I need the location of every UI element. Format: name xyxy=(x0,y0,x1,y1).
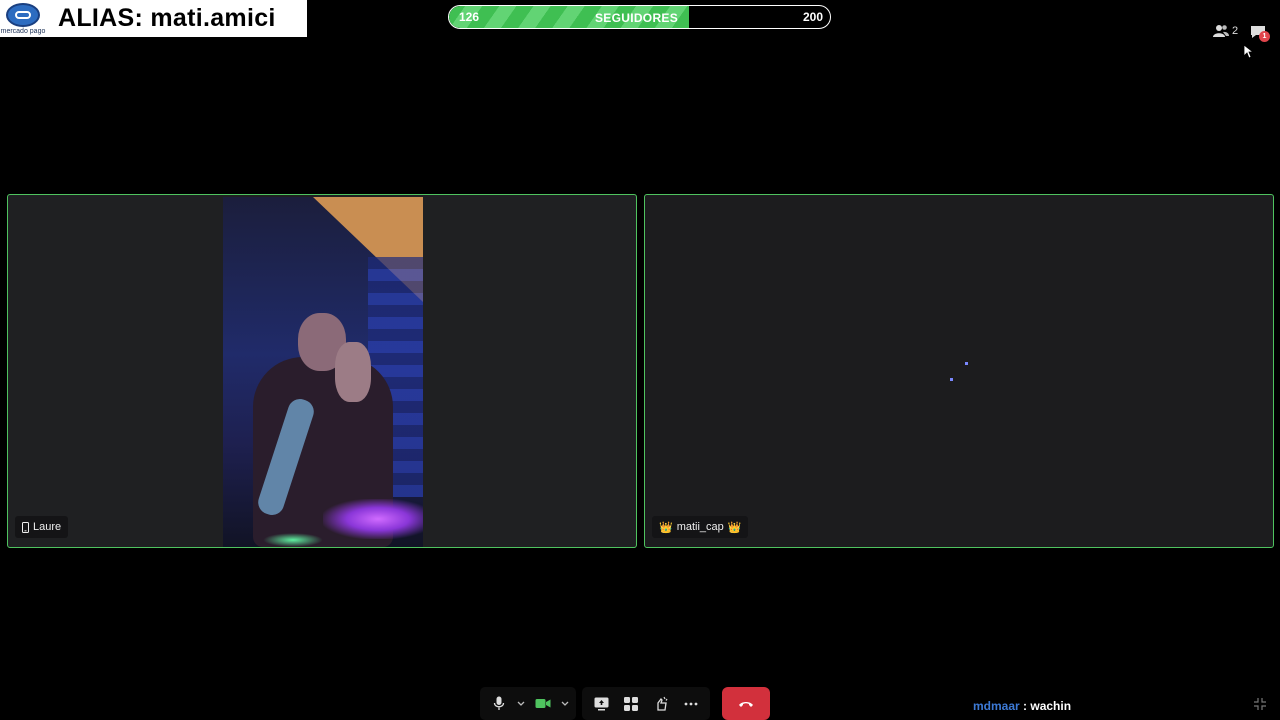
followers-current-count: 126 xyxy=(459,10,480,24)
reactions-icon xyxy=(656,696,667,711)
participant-name: matii_cap xyxy=(676,521,724,533)
call-toolbar xyxy=(480,687,770,720)
loading-dot xyxy=(950,378,953,381)
microphone-button[interactable] xyxy=(484,689,514,719)
chat-message: mdmaar : wachin xyxy=(973,699,1071,713)
video-tile-matii-cap[interactable]: 👑 matii_cap 👑 xyxy=(644,194,1274,548)
participant-name: Laure xyxy=(33,521,62,533)
participant-name-tag: 👑 matii_cap 👑 xyxy=(652,516,749,538)
chevron-down-icon xyxy=(561,701,569,706)
more-icon xyxy=(684,702,698,705)
crown-icon: 👑 xyxy=(659,521,673,534)
chat-separator: : xyxy=(1019,699,1031,713)
mouse-cursor-icon xyxy=(1244,45,1254,59)
end-call-button[interactable] xyxy=(722,687,770,720)
chat-text: wachin xyxy=(1030,699,1072,713)
chat-username: mdmaar xyxy=(973,699,1020,713)
camera-button[interactable] xyxy=(528,689,558,719)
mic-control-group xyxy=(480,687,576,720)
alias-text: ALIAS: mati.amici xyxy=(58,4,276,32)
more-options-button[interactable] xyxy=(676,689,706,719)
video-tile-laure[interactable]: Laure xyxy=(7,194,637,548)
loading-dot xyxy=(965,362,968,365)
reactions-button[interactable] xyxy=(646,689,676,719)
end-call-icon xyxy=(739,701,753,707)
notifications-button[interactable]: 1 xyxy=(1249,24,1270,42)
mic-options-button[interactable] xyxy=(514,689,528,719)
participant-video xyxy=(223,197,423,547)
phone-icon xyxy=(22,521,29,533)
followers-label: SEGUIDORES xyxy=(595,11,679,25)
participants-count: 2 xyxy=(1232,25,1239,37)
screen-share-button[interactable] xyxy=(586,689,616,719)
actions-group xyxy=(582,687,710,720)
exit-fullscreen-icon xyxy=(1254,698,1266,710)
participant-name-tag: Laure xyxy=(15,516,69,538)
layout-icon xyxy=(624,696,638,711)
chevron-down-icon xyxy=(517,701,525,706)
logo-label: mercado pago xyxy=(0,27,46,35)
donation-alias-banner: mercado pago ALIAS: mati.amici xyxy=(0,0,307,37)
microphone-icon xyxy=(493,696,505,710)
mercado-pago-logo: mercado pago xyxy=(0,0,46,37)
layout-button[interactable] xyxy=(616,689,646,719)
camera-options-button[interactable] xyxy=(558,689,572,719)
followers-goal-count: 200 xyxy=(802,10,823,24)
crown-icon: 👑 xyxy=(727,521,742,534)
followers-goal-bar: 126 SEGUIDORES 200 xyxy=(448,5,831,29)
exit-fullscreen-button[interactable] xyxy=(1253,697,1267,716)
screen-share-icon xyxy=(594,697,608,710)
people-icon xyxy=(1213,25,1229,37)
notification-badge: 1 xyxy=(1259,31,1270,42)
participants-button[interactable]: 2 xyxy=(1213,24,1238,38)
camera-icon xyxy=(535,699,551,708)
